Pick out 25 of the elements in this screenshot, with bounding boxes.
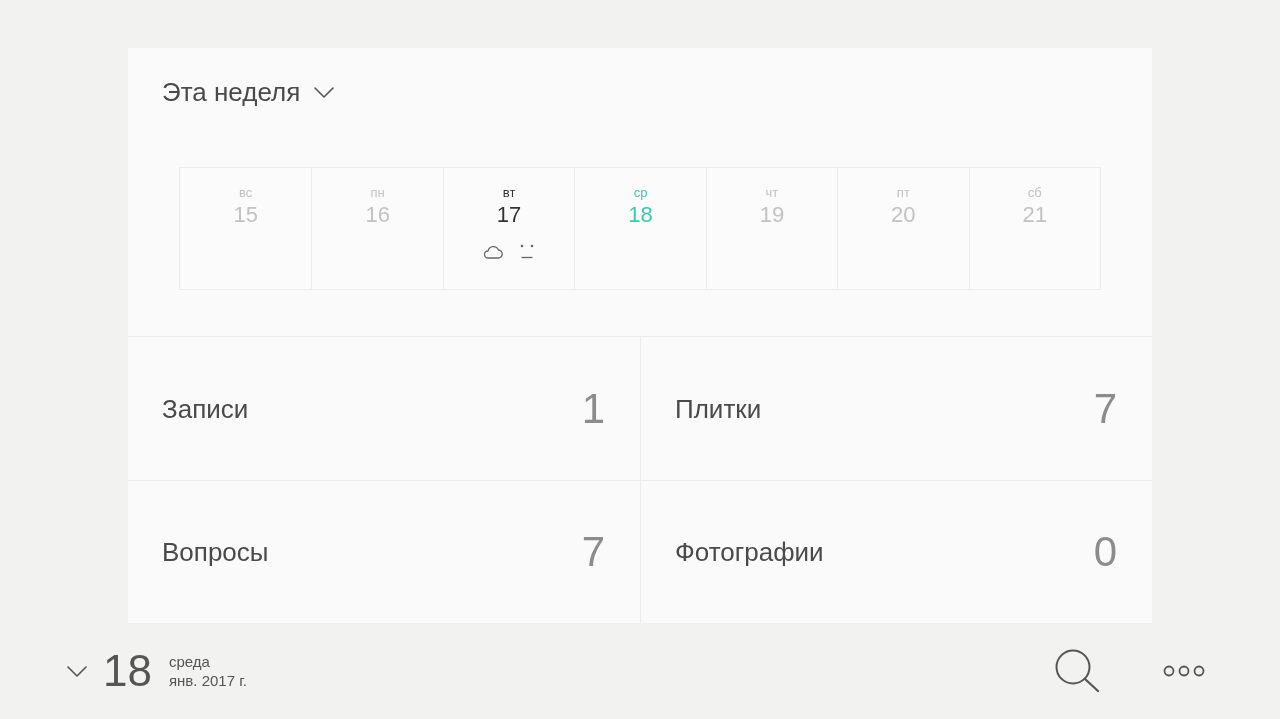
more-dots-icon — [1163, 665, 1205, 677]
week-dropdown[interactable]: Эта неделя — [162, 76, 335, 108]
day-cell[interactable]: сб 21 — [968, 168, 1100, 289]
date-day-number: 18 — [103, 646, 152, 696]
stat-label: Вопросы — [162, 536, 269, 568]
chevron-down-icon — [67, 665, 87, 677]
stat-count: 7 — [1093, 384, 1117, 433]
stat-label: Фотографии — [675, 536, 824, 568]
stat-count: 0 — [1093, 528, 1117, 576]
cloud-icon — [483, 244, 504, 259]
search-icon — [1055, 649, 1101, 693]
month-year-text: янв. 2017 г. — [168, 671, 247, 690]
chevron-down-icon — [314, 86, 335, 98]
stat-label: Записи — [162, 392, 249, 425]
day-cell[interactable]: ср 18 — [574, 168, 706, 289]
weekday-text: среда — [168, 652, 211, 671]
day-cell[interactable]: пн 16 — [311, 168, 443, 289]
stat-label: Плитки — [675, 392, 762, 425]
stat-count: 1 — [581, 384, 605, 433]
day-cell[interactable]: вс 15 — [180, 168, 312, 289]
neutral-face-icon — [519, 244, 536, 259]
day-cell[interactable]: вт 17 — [442, 168, 575, 289]
search-button[interactable] — [1054, 648, 1102, 694]
day-cell[interactable]: чт 19 — [705, 168, 838, 289]
stat-count: 7 — [581, 528, 605, 576]
